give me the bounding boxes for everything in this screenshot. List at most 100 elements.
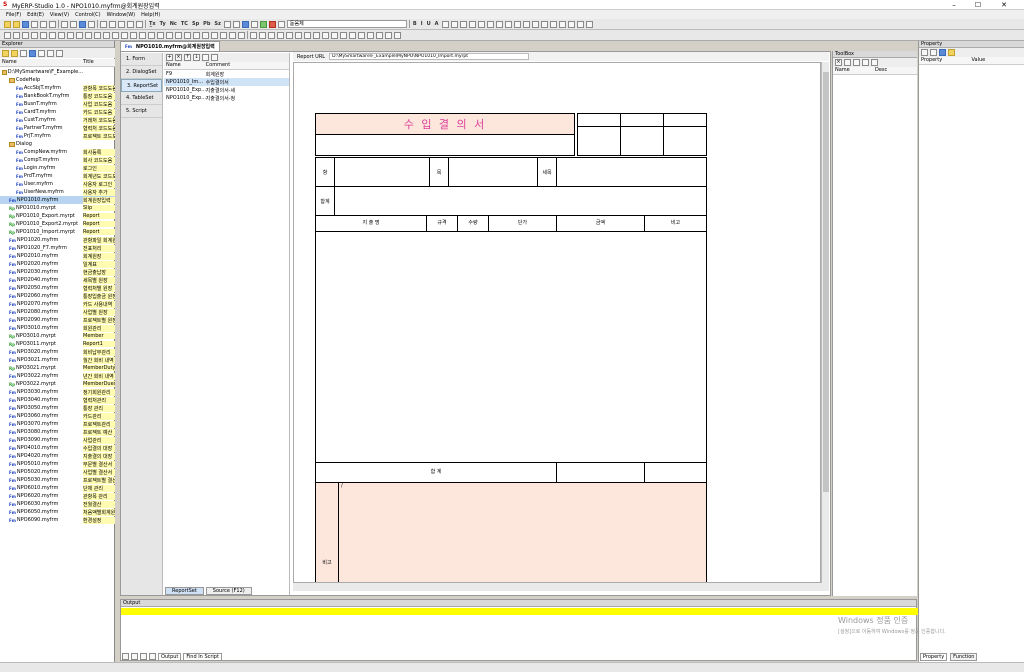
field-hang[interactable] xyxy=(334,157,430,187)
fill-color-icon[interactable] xyxy=(486,20,494,28)
label-tool-icon[interactable] xyxy=(22,31,29,39)
explorer-item[interactable]: Fm NPO3021.myfrm 월간 회비 내역 xyxy=(0,356,115,364)
explorer-item[interactable]: Fm NPO2030.myfrm 현금출납장 xyxy=(0,268,115,276)
report-list-row[interactable]: NPO1010_Im... 수입결의서 xyxy=(164,78,289,86)
explorer-item[interactable]: Rp NPO3011.myrpt Report1 xyxy=(0,340,115,348)
total-label[interactable]: 합 계 xyxy=(315,462,557,483)
explorer-item[interactable]: Fm CardT.myfrm 카드 코드도움 xyxy=(0,108,115,116)
col-header-spec[interactable]: 규격 xyxy=(426,215,458,232)
remark-field[interactable]: / xyxy=(338,482,707,582)
cut-icon[interactable] xyxy=(31,20,38,28)
checkbox-tool-icon[interactable] xyxy=(49,31,56,39)
ellipse-tool-icon[interactable] xyxy=(139,31,146,39)
explorer-item[interactable]: Fm NPO2050.myfrm 협력처별 원장 xyxy=(0,284,115,292)
col-header-amount[interactable]: 금액 xyxy=(556,215,645,232)
first-icon[interactable] xyxy=(122,653,129,660)
window-icon[interactable] xyxy=(844,59,851,66)
explorer-item[interactable]: Fm NPO5010.myfrm 부문별 결산서 xyxy=(0,460,115,468)
delete-icon[interactable] xyxy=(20,49,27,57)
report-list-row[interactable]: NPO1010_Exp... 지출결의서-세 xyxy=(164,86,289,94)
rect-tool-icon[interactable] xyxy=(130,31,137,39)
add-icon[interactable]: + xyxy=(166,54,173,61)
explorer-item[interactable]: Fm BankBookT.myfrm 통장 코드도움 xyxy=(0,92,115,100)
group-icon[interactable] xyxy=(576,20,584,28)
explorer-item[interactable]: Fm User.myfrm 사용자 로그인 xyxy=(0,180,115,188)
maximize-button[interactable]: ☐ xyxy=(968,0,988,10)
text-tool-ty[interactable]: Ty xyxy=(159,21,167,27)
web-tool-icon[interactable] xyxy=(202,31,209,39)
explorer-item[interactable]: Fm NPO3022.myfrm 년간 회비 내역 xyxy=(0,372,115,380)
approval-sign-cell[interactable] xyxy=(577,126,621,156)
align-bottom-edge-icon[interactable] xyxy=(277,31,284,39)
explorer-item[interactable]: Fm NPO6020.myfrm 관항목 관리 xyxy=(0,492,115,500)
menu-window[interactable]: Window(W) xyxy=(107,12,136,18)
col-header-qty[interactable]: 수량 xyxy=(457,215,489,232)
explorer-item[interactable]: Fm NPO6010.myfrm 단체 관리 xyxy=(0,484,115,492)
bring-front-icon[interactable] xyxy=(558,20,566,28)
save-icon[interactable] xyxy=(871,59,878,66)
explorer-item[interactable]: Fm NPO6030.myfrm 전월결산 xyxy=(0,500,115,508)
line-color-icon[interactable] xyxy=(495,20,503,28)
text-tool-tc[interactable]: TC xyxy=(180,21,189,27)
tab-output[interactable]: Output xyxy=(158,652,182,661)
tree-tool-icon[interactable] xyxy=(157,31,164,39)
align-center-icon[interactable] xyxy=(450,20,458,28)
explorer-item[interactable]: Rp NPO1010_Import.myrpt Report xyxy=(0,228,115,236)
tab-npo1010[interactable]: Fm NPO1010.myfrm@회계원장입력 xyxy=(120,41,220,51)
align-right-icon[interactable] xyxy=(459,20,467,28)
explorer-item[interactable]: Fm NPO3090.myfrm 사업관리 xyxy=(0,436,115,444)
delete-icon[interactable]: × xyxy=(835,59,842,66)
explorer-item[interactable]: Fm NPO4010.myfrm 수입결의 대장 xyxy=(0,444,115,452)
chart-tool-icon[interactable] xyxy=(148,31,155,39)
stop-icon[interactable] xyxy=(277,20,285,28)
font-name-combo[interactable]: 돋움체 xyxy=(286,20,407,28)
explorer-item[interactable]: Fm NPO2070.myfrm 카드 사용내역 xyxy=(0,300,115,308)
v-spacing-icon[interactable] xyxy=(322,31,329,39)
text-tool-sz[interactable]: Sz xyxy=(213,21,222,27)
explorer-item[interactable]: Fm Login.myfrm 로그인 xyxy=(0,164,115,172)
explorer-item[interactable]: Fm NPO1010.myfrm 회계원장입력 xyxy=(0,196,115,204)
approval-cell[interactable] xyxy=(620,113,664,127)
col-comment[interactable]: Comment xyxy=(206,62,289,69)
explorer-item[interactable]: Fm NPO2020.myfrm 일계표 xyxy=(0,260,115,268)
menu-control[interactable]: Control(C) xyxy=(75,12,100,18)
explorer-item[interactable]: Fm PartnerT.myfrm 협력처 코드도움 xyxy=(0,124,115,132)
explorer-item[interactable]: Fm CompT.myfrm 회사 코드도움 xyxy=(0,156,115,164)
tab-reportset[interactable]: ReportSet xyxy=(165,587,204,595)
detail-body[interactable] xyxy=(315,231,707,463)
new-folder-icon[interactable] xyxy=(2,49,9,57)
pointer-icon[interactable] xyxy=(4,31,11,39)
h-spacing-icon[interactable] xyxy=(313,31,320,39)
split-cells-icon[interactable] xyxy=(513,20,521,28)
explorer-item[interactable]: Rp NPO3021.myrpt MemberDuty xyxy=(0,364,115,372)
copy-file-icon[interactable] xyxy=(38,49,45,57)
explorer-item[interactable]: Fm NPO2010.myfrm 회계원장 xyxy=(0,252,115,260)
preview-icon[interactable] xyxy=(394,31,401,39)
explorer-item[interactable]: Dialog xyxy=(0,140,115,148)
categorized-icon[interactable] xyxy=(921,49,928,56)
explorer-item[interactable]: Rp NPO1010.myrpt Slip xyxy=(0,204,115,212)
minimize-button[interactable]: – xyxy=(944,0,964,10)
nav-reportset[interactable]: 3. ReportSet xyxy=(121,79,162,92)
font-size-button[interactable]: A xyxy=(434,21,440,27)
explorer-item[interactable]: Fm CompNew.myfrm 회사등록 xyxy=(0,148,115,156)
menu-file[interactable]: File(F) xyxy=(6,12,21,18)
delete-row-icon[interactable] xyxy=(540,20,548,28)
save-icon[interactable] xyxy=(22,20,29,28)
merge-cells-icon[interactable] xyxy=(504,20,512,28)
align-right-edge-icon[interactable] xyxy=(259,31,266,39)
open-folder-icon[interactable] xyxy=(13,20,20,28)
grid-tool-icon[interactable] xyxy=(85,31,92,39)
grid-icon[interactable] xyxy=(127,20,134,28)
border-icon[interactable] xyxy=(477,20,485,28)
report-title[interactable]: 수 입 결 의 서 xyxy=(315,113,575,135)
report-list-row[interactable]: F9 회계원장 xyxy=(164,70,289,78)
button-tool-icon[interactable] xyxy=(40,31,47,39)
chart-icon[interactable] xyxy=(232,20,240,28)
insert-row-icon[interactable] xyxy=(522,20,530,28)
refresh-icon[interactable] xyxy=(211,54,218,61)
explorer-item[interactable]: Fm NPO2040.myfrm 세목별 원장 xyxy=(0,276,115,284)
col-header-note[interactable]: 비고 xyxy=(644,215,707,232)
text-tool-nc[interactable]: Nc xyxy=(169,21,178,27)
new-file-icon[interactable] xyxy=(4,20,11,28)
